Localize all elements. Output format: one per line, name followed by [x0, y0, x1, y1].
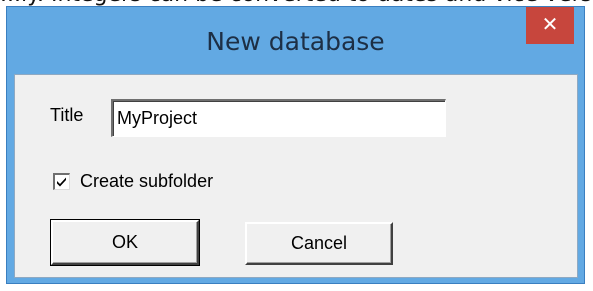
create-subfolder-checkbox[interactable]: [53, 172, 70, 190]
create-subfolder-option[interactable]: Create subfolder: [53, 170, 213, 192]
dialog-titlebar[interactable]: New database ✕: [7, 7, 584, 73]
create-subfolder-label: Create subfolder: [80, 170, 214, 191]
close-button[interactable]: ✕: [526, 7, 574, 44]
dialog-body: Title Create subfolder OK Cancel: [14, 74, 578, 278]
close-icon: ✕: [541, 12, 559, 36]
checkmark-icon: [57, 177, 66, 186]
cancel-button[interactable]: Cancel: [245, 222, 393, 265]
title-input[interactable]: [111, 99, 446, 137]
ok-button[interactable]: OK: [50, 219, 200, 266]
title-label: Title: [50, 105, 84, 125]
new-database-dialog: New database ✕ Title Create subfolder OK…: [6, 6, 585, 284]
dialog-title: New database: [206, 27, 385, 56]
